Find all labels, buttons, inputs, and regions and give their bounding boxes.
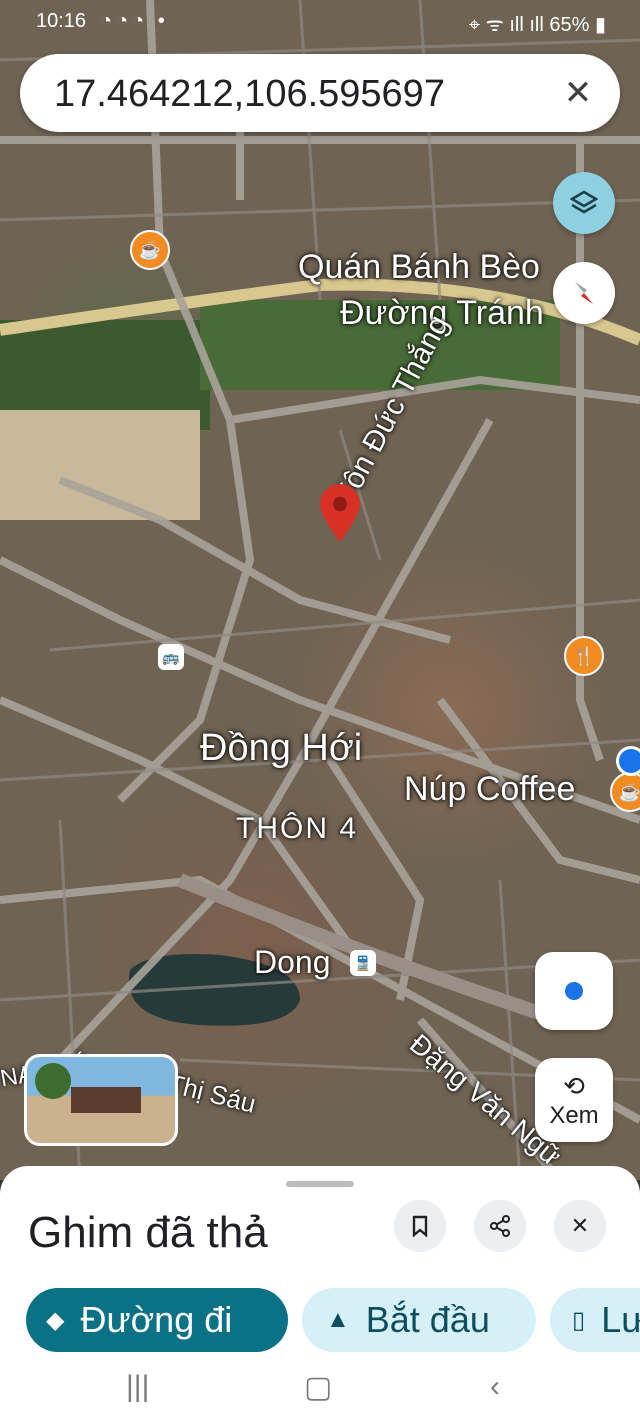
sheet-title: Ghim đã thả (28, 1208, 268, 1257)
street-view-thumbnail[interactable] (24, 1054, 178, 1146)
thumbnail-house (71, 1087, 141, 1113)
save-label: Lưu (601, 1299, 640, 1340)
sheet-handle[interactable] (286, 1181, 354, 1187)
close-sheet-button[interactable]: ✕ (554, 1200, 606, 1252)
directions-chip[interactable]: ◆ Đường đi (26, 1288, 288, 1352)
search-bar[interactable]: ✕ (20, 54, 620, 132)
save-bookmark-icon: ▯ (572, 1306, 586, 1334)
map-label-dong-station[interactable]: Dong (254, 944, 331, 981)
save-button[interactable] (394, 1200, 446, 1252)
cafe-poi-icon[interactable]: ☕ (130, 230, 170, 270)
map-label-nup-coffee[interactable]: Núp Coffee (404, 770, 575, 809)
layers-icon (569, 190, 599, 214)
share-icon (490, 1215, 510, 1237)
my-location-icon (565, 982, 583, 1000)
layers-button[interactable] (553, 172, 615, 234)
dropped-pin-icon[interactable] (318, 484, 362, 544)
restaurant-poi-icon[interactable]: 🍴 (564, 636, 604, 676)
recent-apps-icon[interactable]: ||| (126, 1370, 149, 1404)
thumbnail-tree (35, 1063, 71, 1099)
battery-level: 65% (549, 14, 590, 36)
current-location-dot (616, 746, 640, 776)
bus-stop-icon[interactable]: 🚌 (158, 644, 184, 670)
navigation-arrow-icon: ▲ (326, 1306, 350, 1333)
map-label-quan-banh-beo[interactable]: Quán Bánh Bèo (298, 248, 540, 287)
street-view-label: Xem (549, 1101, 599, 1129)
train-station-icon[interactable]: 🚆 (350, 950, 376, 976)
system-nav-bar: ||| ▢ ‹ (0, 1352, 640, 1427)
close-icon: ✕ (570, 1213, 590, 1238)
directions-label: Đường đi (80, 1299, 233, 1340)
close-search-icon[interactable]: ✕ (558, 73, 598, 113)
bookmark-icon (412, 1215, 428, 1237)
status-time: 10:16 (36, 10, 87, 32)
search-input[interactable] (52, 66, 526, 122)
my-location-button[interactable] (535, 952, 613, 1030)
directions-icon: ◆ (46, 1306, 65, 1334)
street-view-button[interactable]: ⟲ Xem (535, 1058, 613, 1142)
back-icon[interactable]: ‹ (490, 1370, 500, 1404)
save-chip[interactable]: ▯ Lưu (550, 1288, 640, 1352)
home-icon[interactable]: ▢ (304, 1370, 332, 1405)
battery-icon: ▮ (594, 14, 606, 36)
share-button[interactable] (474, 1200, 526, 1252)
map-label-dong-hoi[interactable]: Đồng Hới (200, 727, 362, 770)
status-bar: 10:16 ◔◔◔ • ⌖ ᯤ ıll ıll 65% ▮ (0, 0, 640, 44)
messenger-notification-icons: ◔◔◔ • (100, 10, 169, 32)
map-label-thon-4[interactable]: THÔN 4 (236, 812, 358, 846)
start-chip[interactable]: ▲ Bắt đầu (302, 1288, 536, 1352)
compass-button[interactable] (553, 262, 615, 324)
start-label: Bắt đầu (365, 1299, 490, 1340)
street-view-icon: ⟲ (563, 1070, 585, 1101)
location-status-icon: ⌖ (468, 14, 480, 36)
status-right: ⌖ ᯤ ıll ıll 65% ▮ (469, 10, 606, 37)
signal-icons: ᯤ ıll ıll (485, 14, 544, 36)
compass-icon (575, 282, 593, 304)
